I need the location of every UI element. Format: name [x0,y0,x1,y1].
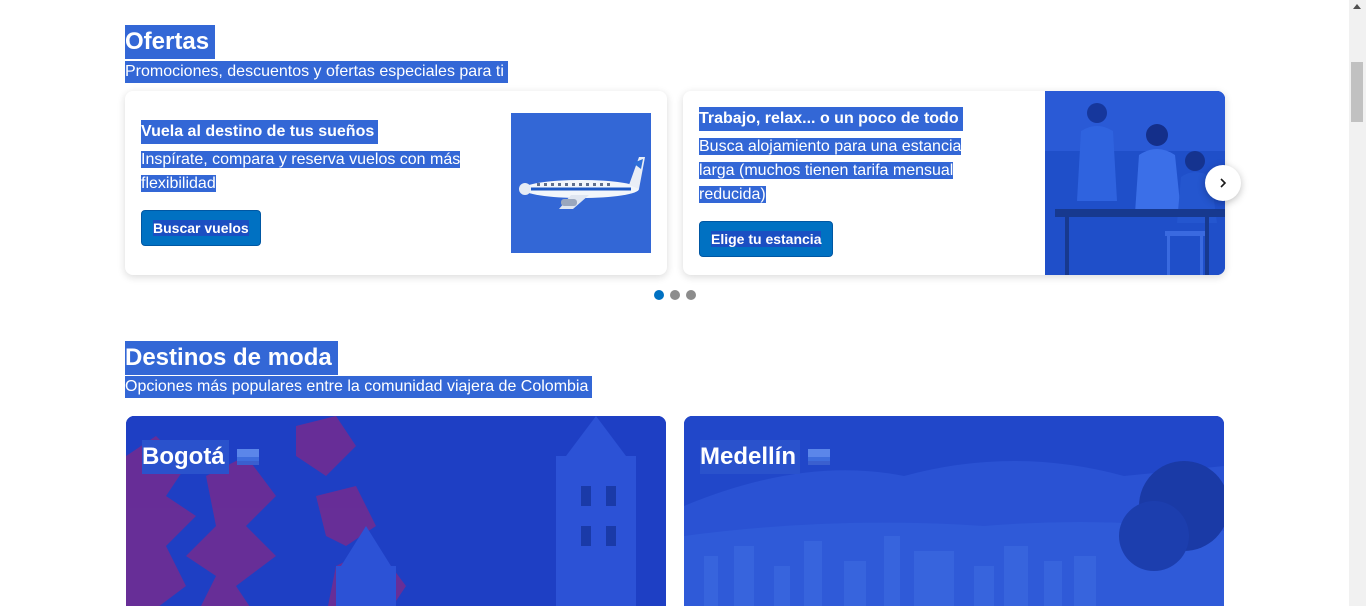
trending-title: Destinos de moda [125,341,338,375]
airplane-image [511,113,651,253]
search-flights-button[interactable]: Buscar vuelos [141,210,261,246]
choose-stay-button[interactable]: Elige tu estancia [699,221,834,257]
offer-card-title: Vuela al destino de tus sueños [141,120,379,144]
airplane-icon [511,113,651,253]
offer-card-long-stays[interactable]: Trabajo, relax... o un poco de todo Busc… [683,91,1225,275]
offers-title: Ofertas [125,25,216,59]
colombia-flag-icon [808,449,831,465]
colombia-flag-icon [236,449,259,465]
carousel-next-button[interactable] [1205,165,1241,201]
page-scrollbar[interactable] [1349,0,1366,606]
offer-card-title: Trabajo, relax... o un poco de todo [699,107,963,131]
offers-subtitle: Promociones, descuentos y ofertas especi… [125,61,508,83]
offer-card-text: Busca alojamiento para una estancia larg… [699,138,962,203]
destination-card-medellin[interactable]: Medellín [684,416,1224,606]
carousel-dot[interactable] [670,290,680,300]
carousel-dot[interactable] [686,290,696,300]
carousel-dot[interactable] [654,290,664,300]
destination-name: Medellín [700,440,831,474]
scroll-thumb[interactable] [1351,62,1363,122]
scroll-up-icon[interactable] [1353,4,1361,9]
trending-subtitle: Opciones más populares entre la comunida… [125,376,593,398]
chevron-right-icon [1220,178,1227,188]
offer-card-flights[interactable]: Vuela al destino de tus sueños Inspírate… [125,91,667,275]
destination-card-bogota[interactable]: Bogotá [126,416,666,606]
carousel-dots [654,290,696,300]
destination-name: Bogotá [142,440,259,474]
offer-card-text: Inspírate, compara y reserva vuelos con … [141,151,461,192]
people-working-photo [1045,91,1225,275]
